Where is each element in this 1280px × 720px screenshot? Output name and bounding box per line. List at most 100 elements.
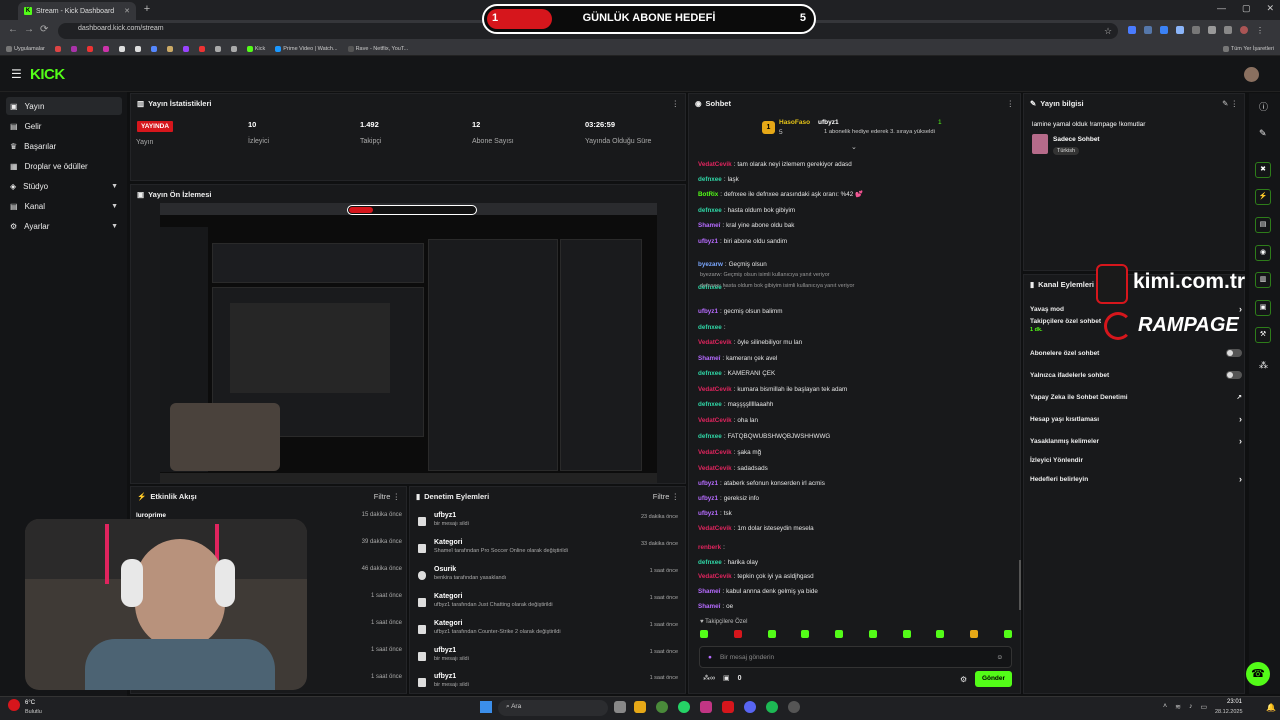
chat-username[interactable]: VedatCevik xyxy=(698,449,732,456)
bookmark-favicon-icon[interactable] xyxy=(54,45,61,52)
emote-icon[interactable] xyxy=(936,630,945,638)
browser-menu-icon[interactable]: ⋮ xyxy=(1256,26,1264,35)
minimize-icon[interactable]: — xyxy=(1217,3,1226,14)
chat-username[interactable]: VedatCevik xyxy=(698,339,732,346)
chat-username[interactable]: VedatCevik xyxy=(698,417,732,424)
emote-icon[interactable] xyxy=(801,630,810,638)
chat-username[interactable]: ufbyz1 xyxy=(698,495,718,502)
chat-username[interactable]: VedatCevik xyxy=(698,386,732,393)
sidebar-item-kanal[interactable]: ▤ Kanal ▼ xyxy=(6,197,122,215)
chat-username[interactable]: Shameî xyxy=(698,603,720,610)
bolt-icon[interactable]: ⚡ xyxy=(1255,189,1271,205)
wrench-icon[interactable]: ⚒ xyxy=(1255,327,1271,343)
browser-tab[interactable]: K Stream - Kick Dashboard ✕ xyxy=(18,2,136,20)
bookmark-favicon-icon[interactable] xyxy=(166,45,173,52)
send-button[interactable]: Gönder xyxy=(975,671,1012,687)
sidebar-item-gelir[interactable]: ▤ Gelir xyxy=(6,117,122,135)
mic-icon[interactable]: ● xyxy=(708,654,712,661)
chat-username[interactable]: ufbyz1 xyxy=(698,480,718,487)
chat-username[interactable]: Shameî xyxy=(698,588,720,595)
chrome-icon[interactable] xyxy=(656,701,668,713)
extension-icon[interactable] xyxy=(1128,26,1136,34)
discord-icon[interactable] xyxy=(744,701,756,713)
ai-moderation-row[interactable]: Yapay Zeka ile Sohbet Denetimi ↗ xyxy=(1030,388,1242,406)
close-window-icon[interactable]: ✕ xyxy=(1266,3,1274,14)
pencil-icon[interactable]: ✎ xyxy=(1259,128,1267,139)
bookmark-favicon-icon[interactable] xyxy=(86,45,93,52)
chat-username[interactable]: VedatCevik xyxy=(698,525,732,532)
windows-start-icon[interactable] xyxy=(480,701,492,713)
chat-username[interactable]: VedatCevik xyxy=(698,573,732,580)
bookmark-favicon-icon[interactable] xyxy=(118,45,125,52)
emote-icon[interactable] xyxy=(902,630,911,638)
chat-username[interactable]: renberk xyxy=(698,544,721,551)
volume-icon[interactable]: ♪ xyxy=(1189,703,1193,711)
emote-icon[interactable] xyxy=(733,630,742,638)
info-icon[interactable]: ⓘ xyxy=(1259,100,1268,113)
emote-icon[interactable] xyxy=(700,630,708,638)
emote-icon[interactable] xyxy=(835,630,844,638)
chat-scrollbar[interactable] xyxy=(1019,560,1021,610)
chat-username[interactable]: defnxee xyxy=(698,559,722,566)
host-row[interactable]: İzleyici Yönlendir xyxy=(1030,451,1242,469)
app-icon[interactable] xyxy=(722,701,734,713)
chevron-down-icon[interactable]: ⌄ xyxy=(851,143,857,151)
chat-username[interactable]: defnxee xyxy=(698,207,722,214)
bookmark-star-icon[interactable]: ☆ xyxy=(1104,26,1112,37)
toggle-switch[interactable] xyxy=(1226,371,1242,379)
bookmark-favicon-icon[interactable] xyxy=(214,45,221,52)
emote-icon[interactable] xyxy=(767,630,776,638)
sidebar-item-basarilar[interactable]: ♛ Başarılar xyxy=(6,137,122,155)
bookmark-prime-video[interactable]: Prime Video | Watch... xyxy=(275,45,338,52)
all-bookmarks[interactable]: Tüm Yer İşaretleri xyxy=(1222,45,1274,52)
sidebar-item-ayarlar[interactable]: ⚙ Ayarlar ▼ xyxy=(6,217,122,235)
back-icon[interactable]: ← xyxy=(8,24,18,35)
extension-icon[interactable] xyxy=(1160,26,1168,34)
profile-avatar-icon[interactable] xyxy=(1240,26,1248,34)
chat-username[interactable]: defnxee xyxy=(698,401,722,408)
banned-words-row[interactable]: Yasaklanmış kelimeler › xyxy=(1030,432,1242,450)
taskbar-search[interactable]: ⌕ Ara xyxy=(498,700,608,716)
chat-username[interactable]: BotRix xyxy=(698,191,718,198)
bookmark-favicon-icon[interactable] xyxy=(230,45,237,52)
chat-username[interactable]: defnxee xyxy=(698,324,722,331)
bookmark-apps[interactable]: Uygulamalar xyxy=(6,45,45,52)
spotify-icon[interactable] xyxy=(766,701,778,713)
emote-icon[interactable] xyxy=(868,630,877,638)
chat-username[interactable]: VedatCevik xyxy=(698,161,732,168)
chat-username[interactable]: Shameî xyxy=(698,355,720,362)
stream-preview-video[interactable] xyxy=(160,203,657,483)
toggle-switch[interactable] xyxy=(1226,349,1242,357)
instagram-icon[interactable] xyxy=(700,701,712,713)
bookmark-favicon-icon[interactable] xyxy=(150,45,157,52)
points-icon[interactable]: ⁂∞ xyxy=(703,674,715,682)
whatsapp-icon[interactable] xyxy=(678,701,690,713)
forward-icon[interactable]: → xyxy=(24,24,34,35)
kick-logo[interactable]: KICK xyxy=(30,66,65,83)
emote-only-row[interactable]: Yalnızca ifadelerle sohbet xyxy=(1030,366,1242,384)
apps-icon[interactable]: ⁂ xyxy=(1259,360,1268,371)
chat-username[interactable]: ufbyz1 xyxy=(698,510,718,517)
chat-username[interactable]: defnxee xyxy=(698,370,722,377)
chart-icon[interactable]: ▥ xyxy=(1255,272,1271,288)
bookmark-favicon-icon[interactable] xyxy=(182,45,189,52)
bookmark-rave[interactable]: Rave - Netflix, YouT... xyxy=(347,45,408,52)
download-icon[interactable] xyxy=(1224,26,1232,34)
bookmark-favicon-icon[interactable] xyxy=(198,45,205,52)
extension-icon[interactable] xyxy=(1192,26,1200,34)
quick-action-icon[interactable]: ✖ xyxy=(1255,162,1271,178)
gift-icon[interactable]: ▣ xyxy=(723,674,730,682)
subscribers-only-row[interactable]: Abonelere özel sohbet xyxy=(1030,344,1242,362)
more-options-icon[interactable]: ⋮ xyxy=(1007,99,1015,108)
account-age-row[interactable]: Hesap yaşı kısıtlaması › xyxy=(1030,410,1242,428)
filter-button[interactable]: Filtre ⋮ xyxy=(374,492,400,501)
chat-settings-icon[interactable]: ⚙ xyxy=(960,675,967,684)
note-icon[interactable]: ▤ xyxy=(1255,217,1271,233)
sidebar-item-droplar[interactable]: ▦ Droplar ve ödüller xyxy=(6,157,122,175)
help-chat-icon[interactable]: ☎ xyxy=(1246,662,1270,686)
extension-icon[interactable] xyxy=(1176,26,1184,34)
bookmark-favicon-icon[interactable] xyxy=(134,45,141,52)
reload-icon[interactable]: ⟳ xyxy=(40,24,48,35)
battery-icon[interactable]: ▭ xyxy=(1200,703,1207,711)
emote-icon[interactable] xyxy=(970,630,979,638)
